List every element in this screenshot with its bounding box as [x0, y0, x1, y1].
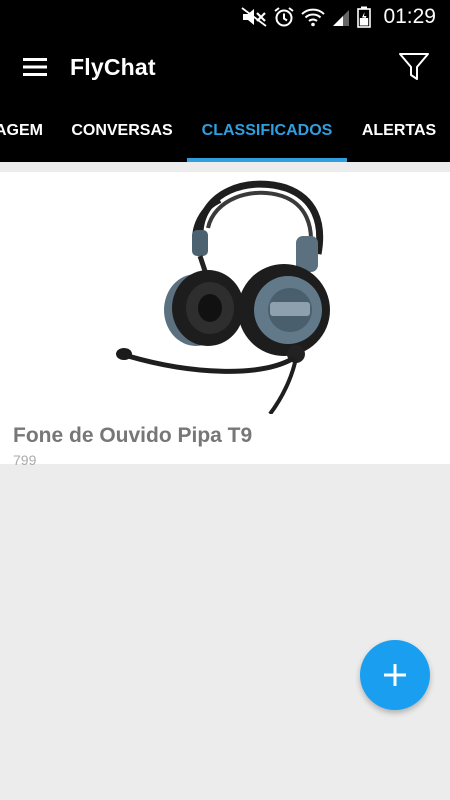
tab-mensagem[interactable]: AGEM: [0, 100, 43, 162]
filter-button[interactable]: [396, 48, 432, 86]
status-time: 01:29: [383, 5, 436, 28]
tab-alertas[interactable]: ALERTAS: [356, 100, 442, 162]
screen: 01:29 FlyChat AGEM CONVERSAS CLASSIFICAD…: [0, 0, 450, 800]
battery-icon: [357, 6, 372, 28]
wifi-icon: [301, 6, 326, 28]
menu-icon: [23, 58, 47, 76]
app-bar: FlyChat: [0, 34, 450, 100]
listing-title: Fone de Ouvido Pipa T9: [13, 424, 253, 447]
app-title: FlyChat: [70, 53, 156, 80]
filter-icon: [399, 53, 429, 80]
add-listing-button[interactable]: [360, 640, 430, 710]
headset-image: [116, 180, 330, 414]
signal-icon: [331, 6, 351, 28]
listing-price: 799: [13, 452, 37, 468]
tab-conversas[interactable]: CONVERSAS: [60, 100, 184, 162]
alarm-icon: [273, 6, 295, 28]
menu-button[interactable]: [0, 34, 70, 100]
listing-card[interactable]: Fone de Ouvido Pipa T9 799: [0, 172, 450, 468]
mute-icon: [241, 6, 267, 28]
plus-icon: [384, 664, 406, 686]
tab-bar: AGEM CONVERSAS CLASSIFICADOS ALERTAS: [0, 100, 450, 162]
status-bar: 01:29: [0, 0, 450, 34]
tab-classificados[interactable]: CLASSIFICADOS: [187, 100, 347, 162]
